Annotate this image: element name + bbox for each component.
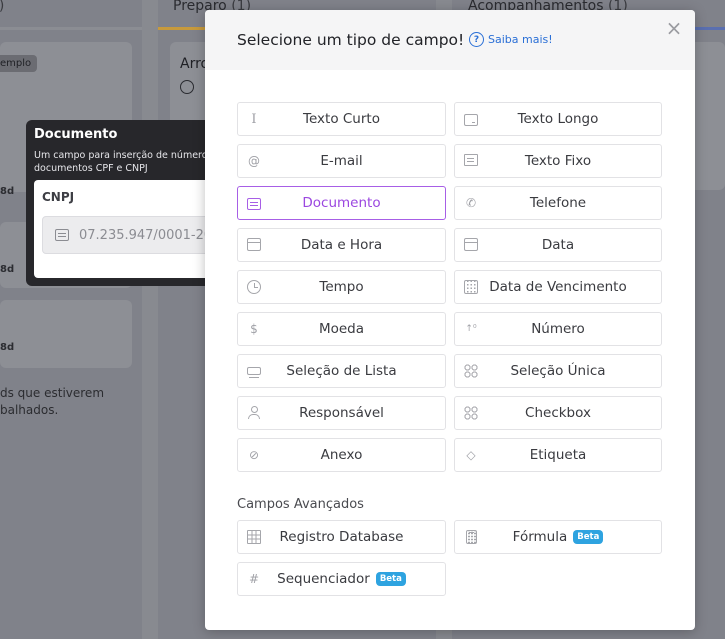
field-option-email[interactable]: @ E-mail xyxy=(237,144,446,178)
field-type-tooltip: Documento Um campo para inserção de núme… xyxy=(26,120,239,286)
preview-input: 07.235.947/0001-20 xyxy=(42,216,224,254)
question-icon: ? xyxy=(469,32,484,47)
list-select-icon xyxy=(247,367,261,379)
phone-icon: ✆ xyxy=(465,196,477,210)
calendar-clock-icon xyxy=(247,238,261,251)
calendar-icon xyxy=(464,238,478,251)
field-option-numero[interactable]: ↑⁰ Número xyxy=(454,312,662,346)
help-link-label: Saiba mais! xyxy=(488,33,553,46)
calculator-icon xyxy=(466,530,477,544)
table-icon xyxy=(247,530,261,544)
column-title: 3) xyxy=(0,0,4,14)
text-cursor-icon xyxy=(247,112,261,126)
sort-number-icon: ↑⁰ xyxy=(465,324,477,334)
advanced-section-title: Campos Avançados xyxy=(237,497,364,512)
field-option-selecao-unica[interactable]: Seleção Única xyxy=(454,354,662,388)
beta-badge: Beta xyxy=(375,572,406,586)
card-age: 8d xyxy=(0,342,15,353)
preview-label: CNPJ xyxy=(42,190,75,204)
at-icon: @ xyxy=(248,154,260,168)
clock-icon xyxy=(247,280,261,294)
card-tag: emplo xyxy=(0,55,38,72)
clock-icon xyxy=(180,80,194,94)
field-option-formula[interactable]: Fórmula Beta xyxy=(454,520,662,554)
card-age: 8d xyxy=(0,186,15,197)
modal-title: Selecione um tipo de campo! xyxy=(237,31,465,49)
field-type-grid: Texto Curto Texto Longo @E-mail Texto Fi… xyxy=(237,102,662,472)
field-option-texto-longo[interactable]: Texto Longo xyxy=(454,102,662,136)
radio-group-icon xyxy=(464,364,478,378)
field-option-checkbox[interactable]: Checkbox xyxy=(454,396,662,430)
column-hint: ds que estiverem balhados. xyxy=(0,386,105,417)
field-option-moeda[interactable]: $ Moeda xyxy=(237,312,446,346)
tooltip-description: Um campo para inserção de número de docu… xyxy=(34,150,223,174)
column-1: 3) emplo 8d 8d 8d ds que estiverem balha… xyxy=(0,0,142,639)
field-type-modal: Selecione um tipo de campo! ? Saiba mais… xyxy=(205,10,695,630)
field-option-documento[interactable]: Documento xyxy=(237,186,446,220)
column-header: 3) xyxy=(0,0,142,30)
hash-icon: # xyxy=(248,572,260,586)
field-option-etiqueta[interactable]: ◇ Etiqueta xyxy=(454,438,662,472)
preview-value: 07.235.947/0001-20 xyxy=(79,228,213,243)
field-option-data-de-vencimento[interactable]: Data de Vencimento xyxy=(454,270,662,304)
dollar-icon: $ xyxy=(250,322,258,336)
help-link[interactable]: ? Saiba mais! xyxy=(469,32,553,47)
tooltip-title: Documento xyxy=(34,127,118,142)
field-option-anexo[interactable]: ⊘ Anexo xyxy=(237,438,446,472)
column-color-bar xyxy=(0,27,142,30)
document-icon xyxy=(247,198,261,210)
beta-badge: Beta xyxy=(573,530,604,544)
person-icon xyxy=(247,406,261,420)
message-icon xyxy=(464,154,478,166)
field-option-texto-curto[interactable]: Texto Curto xyxy=(237,102,446,136)
advanced-field-grid: Registro Database Fórmula Beta # Sequencia… xyxy=(237,520,662,596)
textarea-icon xyxy=(464,114,478,126)
modal-header: Selecione um tipo de campo! ? Saiba mais… xyxy=(205,10,695,70)
field-option-selecao-de-lista[interactable]: Seleção de Lista xyxy=(237,354,446,388)
checkbox-group-icon xyxy=(464,406,478,420)
calendar-grid-icon xyxy=(464,280,478,294)
document-icon xyxy=(55,229,69,241)
kanban-card[interactable] xyxy=(0,300,132,368)
tooltip-preview: CNPJ 07.235.947/0001-20 xyxy=(34,180,224,278)
tag-icon: ◇ xyxy=(466,448,476,462)
paperclip-icon: ⊘ xyxy=(248,448,260,462)
field-option-data[interactable]: Data xyxy=(454,228,662,262)
field-option-telefone[interactable]: ✆ Telefone xyxy=(454,186,662,220)
field-option-tempo[interactable]: Tempo xyxy=(237,270,446,304)
field-option-texto-fixo[interactable]: Texto Fixo xyxy=(454,144,662,178)
field-option-sequenciador[interactable]: # Sequenciador Beta xyxy=(237,562,446,596)
card-age: 8d xyxy=(0,264,15,275)
close-icon[interactable]: × xyxy=(663,18,685,40)
field-option-data-e-hora[interactable]: Data e Hora xyxy=(237,228,446,262)
field-option-responsavel[interactable]: Responsável xyxy=(237,396,446,430)
field-option-registro-database[interactable]: Registro Database xyxy=(237,520,446,554)
